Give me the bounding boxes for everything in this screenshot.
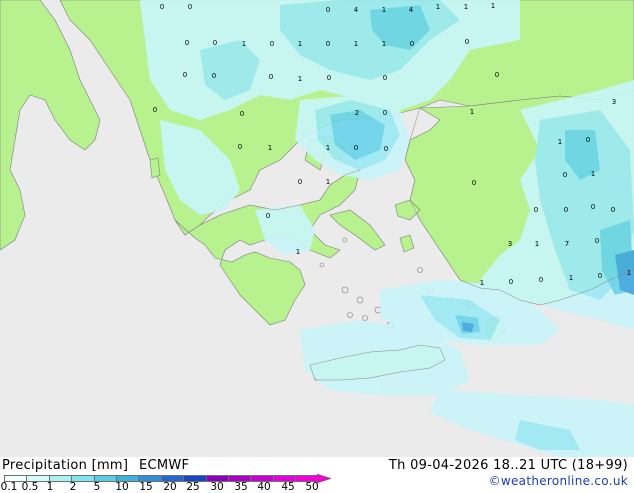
- precip-value: 1: [470, 108, 474, 116]
- precip-value: 0: [534, 206, 538, 214]
- precip-value: 0: [160, 3, 164, 11]
- precip-value: 1: [558, 138, 562, 146]
- legend-label: 5: [93, 481, 101, 493]
- precip-value: 1: [464, 3, 468, 11]
- legend-label: 50: [305, 481, 319, 493]
- precip-value: 0: [269, 73, 273, 81]
- credit-link[interactable]: ©weatheronline.co.uk: [489, 474, 628, 488]
- legend-label: 40: [257, 481, 271, 493]
- legend-label: 2: [69, 481, 77, 493]
- precip-value: 0: [240, 110, 244, 118]
- precip-value: 0: [326, 40, 330, 48]
- precip-value: 0: [188, 3, 192, 11]
- precip-value: 2: [355, 109, 359, 117]
- precip-value: 0: [270, 40, 274, 48]
- precip-value: 0: [327, 74, 331, 82]
- precip-value: 0: [212, 72, 216, 80]
- precip-value: 0: [595, 237, 599, 245]
- precip-value: 0: [591, 203, 595, 211]
- precip-value: 1: [569, 274, 573, 282]
- model-name: ECMWF: [139, 458, 190, 473]
- map-footer: Precipitation [mm] ECMWF Th 09-04-2026 1…: [0, 457, 634, 493]
- map-title: Precipitation [mm]: [2, 458, 129, 473]
- precip-value: 0: [598, 272, 602, 280]
- legend-label: 15: [139, 481, 153, 493]
- precip-value: 0: [611, 206, 615, 214]
- precip-value: 0: [153, 106, 157, 114]
- precip-value: 1: [491, 2, 495, 10]
- precip-value: 0: [509, 278, 513, 286]
- valid-time: Th 09-04-2026 18..21 UTC (18+99): [388, 458, 628, 473]
- precip-value: 0: [495, 71, 499, 79]
- precip-value: 0: [564, 206, 568, 214]
- precip-value: 0: [298, 178, 302, 186]
- precip-value: 7: [565, 240, 569, 248]
- precip-value: 0: [326, 6, 330, 14]
- precip-value: 0: [266, 212, 270, 220]
- precip-value: 1: [296, 248, 300, 256]
- precip-value: 1: [298, 40, 302, 48]
- precip-value: 0: [410, 40, 414, 48]
- legend-label: 0.1: [0, 481, 18, 493]
- precip-value: 1: [591, 170, 595, 178]
- land-corfu: [149, 157, 161, 179]
- precip-value: 1: [354, 40, 358, 48]
- precip-value: 3: [508, 240, 512, 248]
- precip-value: 0: [539, 276, 543, 284]
- legend-label: 20: [163, 481, 177, 493]
- legend-label: 45: [281, 481, 295, 493]
- precip-value: 0: [384, 145, 388, 153]
- precip-value: 0: [185, 39, 189, 47]
- precip-value: 1: [480, 279, 484, 287]
- legend-label: 25: [186, 481, 200, 493]
- precip-value: 1: [326, 178, 330, 186]
- precip-value: 1: [436, 3, 440, 11]
- precip-value: 1: [242, 40, 246, 48]
- precip-value: 4: [354, 6, 359, 14]
- precip-value: 1: [268, 144, 272, 152]
- precip-value: 1: [382, 6, 386, 14]
- precip-value: 1: [326, 144, 330, 152]
- precip-value: 1: [627, 269, 631, 277]
- precip-value: 0: [465, 38, 469, 46]
- precip-value: 1: [298, 75, 302, 83]
- legend-label: 1: [46, 481, 54, 493]
- legend-arrow-icon: [317, 474, 332, 483]
- legend-label: 10: [115, 481, 129, 493]
- precipitation-map: 0 0 0 4 1 4 1 1 1 0 0 1 0 1 0 1 1 0 0 0 0 0 1 0 0 0 0 2 0 0 1 3 0 1 1 0 0 1 0 0…: [0, 0, 634, 457]
- legend-label: 35: [234, 481, 248, 493]
- precip-value: 0: [472, 179, 476, 187]
- precip-value: 1: [382, 40, 386, 48]
- precip-value: 0: [586, 136, 590, 144]
- precip-value: 0: [383, 109, 387, 117]
- legend-label: 0.5: [21, 481, 39, 493]
- precip-value: 4: [409, 6, 414, 14]
- precip-value: 0: [563, 171, 567, 179]
- precip-value: 1: [535, 240, 539, 248]
- precip-value: 0: [354, 144, 358, 152]
- precip-value: 3: [612, 98, 616, 106]
- precip-value: 0: [383, 74, 387, 82]
- precip-value: 0: [213, 39, 217, 47]
- precip-value: 0: [183, 71, 187, 79]
- map-canvas: 0 0 0 4 1 4 1 1 1 0 0 1 0 1 0 1 1 0 0 0 0 0 1 0 0 0 0 2 0 0 1 3 0 1 1 0 0 1 0 0…: [0, 0, 634, 457]
- legend-label: 30: [210, 481, 224, 493]
- precip-value: 0: [238, 143, 242, 151]
